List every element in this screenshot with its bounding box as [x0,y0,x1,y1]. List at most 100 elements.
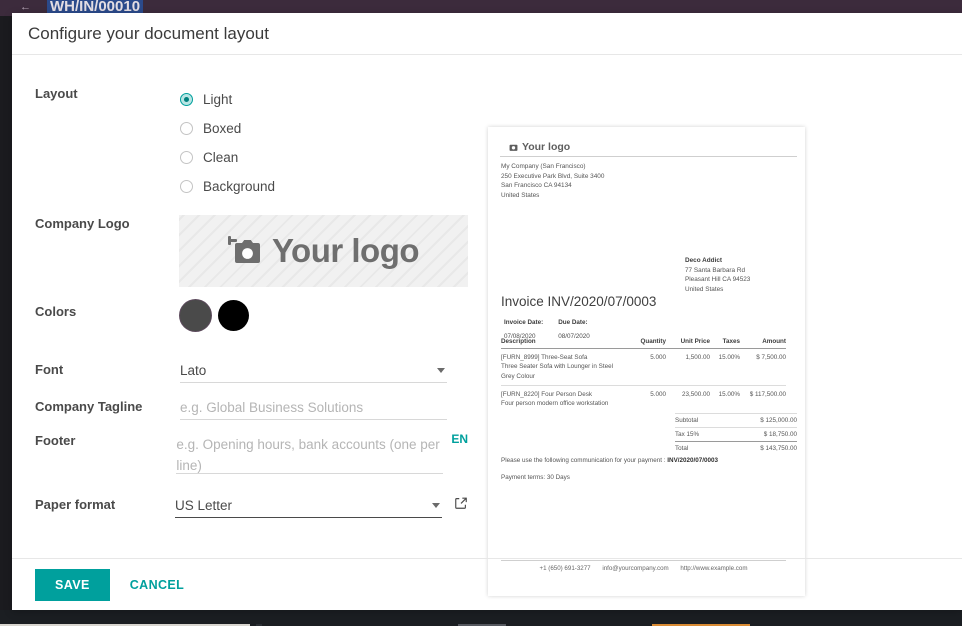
col-header-taxes: Taxes [710,336,740,349]
configure-document-layout-dialog: Configure your document layout Layout Li… [12,13,962,610]
paper-format-select-wrapper [175,496,442,518]
field-row-company-logo: Company Logo Your logo [12,215,490,287]
row-sub-description: Four person modern office workstation [501,400,609,408]
radio-option-light[interactable]: Light [180,85,468,114]
table-row: [FURN_8220] Four Person Desk Four person… [501,384,786,413]
preview-logo: Your logo [500,141,797,153]
paper-format-label: Paper format [35,497,116,512]
totals-row-total: Total $ 143,750.00 [675,441,797,455]
field-row-font: Font [12,361,490,383]
radio-option-clean[interactable]: Clean [180,143,468,172]
preview-payment-terms: Payment terms: 30 Days [501,474,570,481]
font-label: Font [35,362,64,377]
totals-row-subtotal: Subtotal $ 125,000.00 [675,413,797,428]
total-label: Total [675,441,724,455]
row-description-cell: [FURN_8999] Three-Seat Sofa Three Seater… [501,349,628,386]
radio-mark-background [180,180,193,193]
company-logo-control: Your logo [179,215,490,287]
preview-totals-table: Subtotal $ 125,000.00 Tax 15% $ 18,750.0… [675,413,797,455]
field-row-company-tagline: Company Tagline [12,398,490,420]
radio-mark-clean [180,151,193,164]
row-amount: $ 7,500.00 [756,354,786,361]
back-arrow-icon[interactable]: ← [20,0,31,14]
font-select[interactable] [180,361,447,383]
field-row-paper-format: Paper format [12,496,490,518]
company-logo-placeholder-text: Your logo [271,232,420,269]
radio-mark-light [180,93,193,106]
external-link-icon[interactable] [454,496,468,515]
row-amount: $ 117,500.00 [740,384,786,413]
company-tagline-label: Company Tagline [35,399,143,414]
field-row-colors: Colors [12,295,490,331]
company-address-line-1: My Company (San Francisco) [501,163,586,170]
company-logo-placeholder-content: Your logo [227,232,420,270]
preview-invoice-title: Invoice INV/2020/07/0003 [501,294,657,309]
preview-line-items-table: Description Quantity Unit Price Taxes Am… [501,336,786,413]
settings-form: Layout Light Boxed Clean Background Comp… [12,55,490,558]
col-header-description: Description [501,336,628,349]
company-logo-label: Company Logo [35,216,130,231]
row-taxes: 15.00% [710,384,740,413]
tax-value: $ 18,750.00 [723,427,797,442]
totals-row-tax: Tax 15% $ 18,750.00 [675,427,797,442]
radio-option-background[interactable]: Background [180,172,468,201]
footer-translate-badge[interactable]: EN [451,432,468,446]
col-header-unit-price: Unit Price [666,336,710,349]
document-preview-pane: Your logo My Company (San Francisco) 250… [488,127,805,596]
dialog-body: Layout Light Boxed Clean Background Comp… [12,55,962,596]
primary-color-swatch[interactable] [180,300,211,331]
camera-add-icon [227,236,260,263]
dialog-footer: SAVE CANCEL [12,558,962,610]
paper-format-select[interactable] [175,496,442,518]
col-header-quantity: Quantity [628,336,666,349]
row-unit-price: 1,500.00 [685,354,710,361]
company-address-line-2: 250 Executive Park Blvd, Suite 3400 [501,172,605,180]
radio-label-boxed: Boxed [203,121,242,136]
row-description-cell: [FURN_8220] Four Person Desk Four person… [501,384,628,413]
company-logo-upload[interactable]: Your logo [179,215,468,287]
color-swatch-group [180,295,468,331]
radio-label-light: Light [203,92,233,107]
table-row: [FURN_8999] Three-Seat Sofa Three Seater… [501,349,786,386]
row-quantity: 5.000 [650,354,666,361]
customer-address-line-4: United States [685,285,724,293]
company-address-line-3: San Francisco CA 94134 [501,182,572,190]
os-taskbar [0,610,962,626]
image-icon [509,144,518,151]
layout-label: Layout [35,86,78,101]
preview-customer-address: Deco Addict 77 Santa Barbara Rd Pleasant… [685,256,750,294]
dialog-title: Configure your document layout [28,23,269,43]
customer-address-line-2: 77 Santa Barbara Rd [685,266,746,274]
line-items-header: Description Quantity Unit Price Taxes Am… [501,336,786,349]
colors-label: Colors [35,304,77,319]
font-select-wrapper [180,361,447,383]
preview-logo-divider [500,156,797,157]
payment-communication-text: Please use the following communication f… [501,457,668,464]
dialog-header: Configure your document layout [12,13,962,55]
customer-address-line-1: Deco Addict [685,257,723,264]
company-address-line-4: United States [501,191,540,199]
invoice-date-label: Invoice Date: [504,319,544,326]
save-button[interactable]: SAVE [35,568,110,601]
row-unit-price: 23,500.00 [666,384,710,413]
col-header-amount: Amount [740,336,786,349]
row-quantity: 5.000 [628,384,666,413]
app-left-strip [0,16,12,610]
subtotal-value: $ 125,000.00 [723,413,797,428]
row-taxes: 15.00% [718,354,740,361]
footer-input[interactable] [176,432,444,474]
tax-label: Tax 15% [675,427,724,442]
row-description: [FURN_8220] Four Person Desk [501,390,592,398]
radio-option-boxed[interactable]: Boxed [180,114,468,143]
radio-label-clean: Clean [203,150,239,165]
row-sub-description: Three Seater Sofa with Lounger in Steel … [501,363,614,380]
cancel-button[interactable]: CANCEL [128,569,186,601]
secondary-color-swatch[interactable] [218,300,249,331]
row-description: [FURN_8999] Three-Seat Sofa [501,354,588,361]
field-row-layout: Layout Light Boxed Clean Background [12,85,490,201]
preview-logo-text: Your logo [522,141,571,153]
document-preview-page: Your logo My Company (San Francisco) 250… [500,141,797,582]
company-tagline-input[interactable] [180,398,447,420]
field-row-footer: Footer EN [12,432,490,474]
due-date-label: Due Date: [558,319,588,326]
